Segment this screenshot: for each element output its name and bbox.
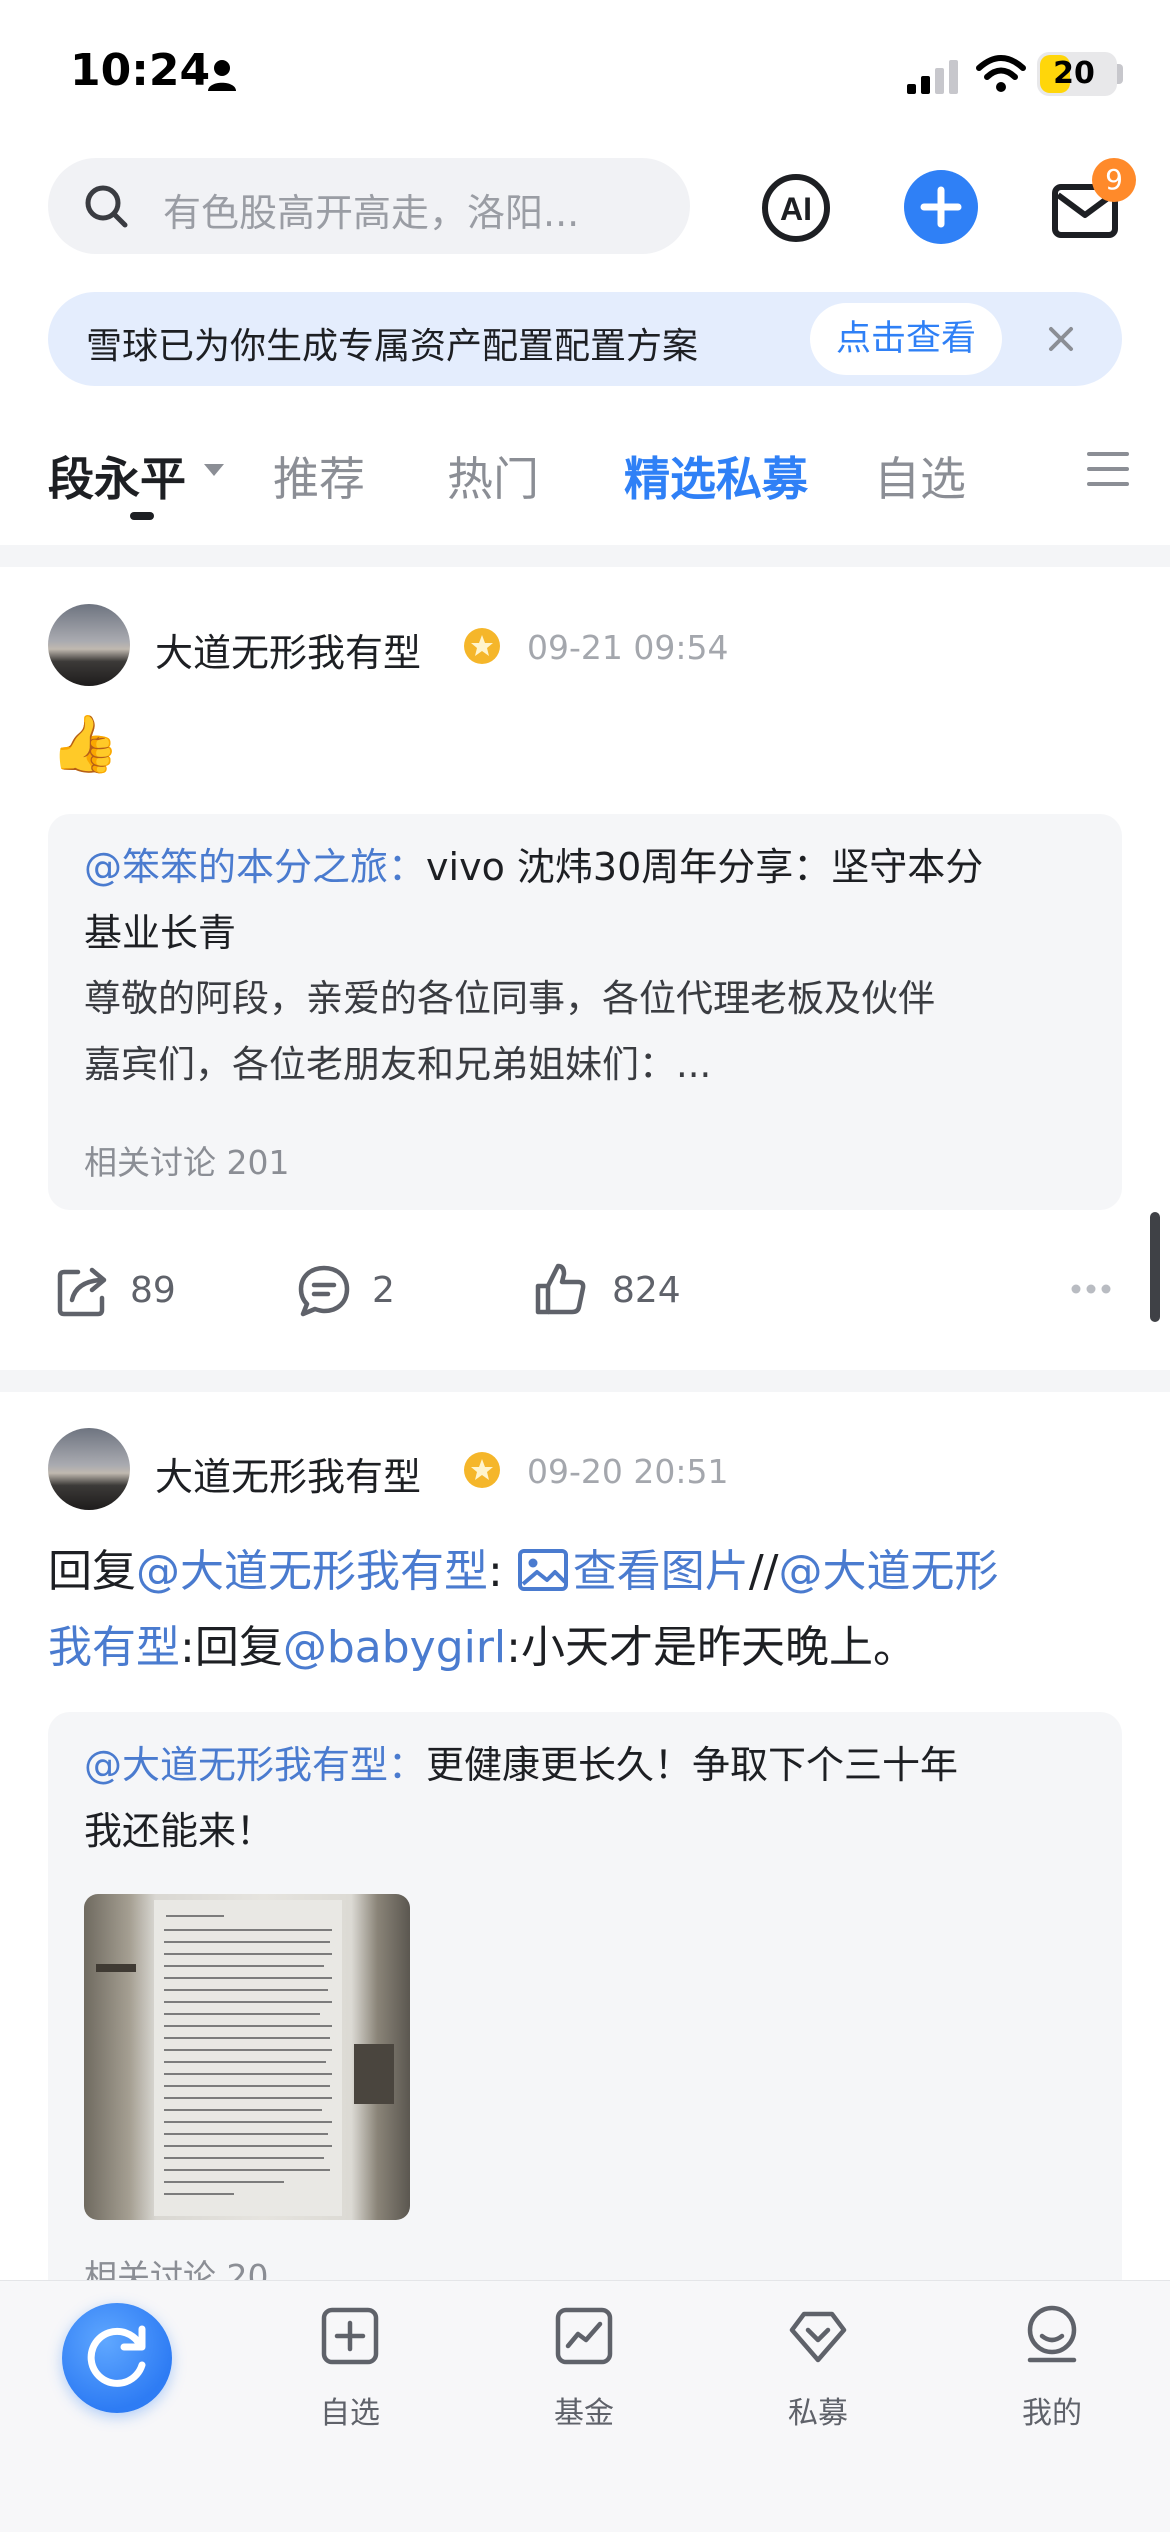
tab-underline bbox=[130, 512, 154, 520]
post-time: 09-20 20:51 bbox=[527, 1452, 729, 1491]
quote-desc-line-1: 尊敬的阿段，亲爱的各位同事，各位代理老板及伙伴 bbox=[84, 977, 935, 1020]
ai-label: AI bbox=[780, 191, 812, 227]
quote-desc-line-2: 嘉宾们，各位老朋友和兄弟姐妹们：... bbox=[84, 1043, 712, 1086]
refresh-button[interactable] bbox=[62, 2303, 172, 2413]
quote-title: vivo 沈炜30周年分享：坚守本分 bbox=[426, 845, 984, 889]
verified-badge-icon bbox=[464, 1452, 500, 1488]
avatar[interactable] bbox=[48, 1428, 130, 1510]
diamond-icon[interactable] bbox=[788, 2306, 848, 2366]
quoted-image-thumbnail[interactable] bbox=[84, 1894, 410, 2220]
asset-allocation-banner: 雪球已为你生成专属资产配置配置方案 点击查看 bbox=[48, 292, 1122, 386]
post-body-line-2: 我有型:回复@babygirl:小天才是昨天晚上。 bbox=[48, 1622, 917, 1673]
search-placeholder: 有色股高开高走，洛阳... bbox=[163, 191, 580, 235]
thumbs-up-emoji: 👍 bbox=[50, 712, 120, 777]
status-time: 10:24 bbox=[70, 45, 211, 96]
battery-level: 20 bbox=[1053, 56, 1095, 91]
banner-view-button[interactable]: 点击查看 bbox=[810, 303, 1002, 375]
share-count: 89 bbox=[130, 1270, 176, 1311]
post-time: 09-21 09:54 bbox=[527, 628, 729, 667]
plus-icon bbox=[920, 186, 962, 228]
tab-duan-yongping[interactable]: 段永平 bbox=[48, 443, 186, 509]
nav-label-watchlist[interactable]: 自选 bbox=[290, 2388, 410, 2432]
mention-link[interactable]: @大道无形 bbox=[778, 1546, 998, 1597]
battery-indicator: 20 bbox=[1037, 52, 1117, 96]
refresh-icon bbox=[87, 2325, 146, 2387]
author-name[interactable]: 大道无形我有型 bbox=[155, 622, 421, 677]
cellular-signal-icon bbox=[907, 60, 958, 94]
more-options-icon[interactable] bbox=[1070, 1282, 1112, 1296]
quote-line-2: 我还能来！ bbox=[84, 1809, 275, 1853]
avatar[interactable] bbox=[48, 604, 130, 686]
tab-private-funds[interactable]: 精选私募 bbox=[624, 443, 808, 509]
quote-line-1: @大道无形我有型：更健康更长久！争取下个三十年 bbox=[84, 1743, 959, 1787]
fund-chart-icon[interactable] bbox=[554, 2306, 614, 2366]
tab-recommend[interactable]: 推荐 bbox=[273, 443, 365, 509]
view-image-link[interactable]: 查看图片 bbox=[517, 1546, 749, 1597]
ai-assistant-button[interactable]: AI bbox=[760, 172, 832, 244]
verified-badge-icon bbox=[464, 628, 500, 664]
quoted-post-card[interactable]: @笨笨的本分之旅：vivo 沈炜30周年分享：坚守本分 基业长青 尊敬的阿段，亲… bbox=[48, 814, 1122, 1210]
related-discussions[interactable]: 相关讨论 201 bbox=[84, 1136, 289, 1184]
nav-label-me[interactable]: 我的 bbox=[992, 2388, 1112, 2432]
mention-link[interactable]: @babygirl bbox=[283, 1622, 506, 1673]
tab-hot[interactable]: 热门 bbox=[447, 443, 539, 509]
compose-button[interactable] bbox=[904, 170, 978, 244]
person-icon bbox=[208, 60, 236, 91]
scrollbar[interactable] bbox=[1150, 1212, 1160, 1322]
post-body-line-1: 回复@大道无形我有型: 查看图片//@大道无形 bbox=[48, 1546, 999, 1597]
watchlist-add-icon[interactable] bbox=[320, 2306, 380, 2366]
banner-text: 雪球已为你生成专属资产配置配置方案 bbox=[86, 326, 699, 367]
mention-link[interactable]: @大道无形我有型 bbox=[136, 1546, 488, 1597]
quoted-post-card[interactable]: @大道无形我有型：更健康更长久！争取下个三十年 我还能来！ 相关讨论 20 bbox=[48, 1712, 1122, 2312]
wifi-icon bbox=[976, 55, 1026, 92]
share-icon[interactable] bbox=[54, 1262, 112, 1320]
tab-watchlist[interactable]: 自选 bbox=[874, 443, 966, 509]
nav-label-private[interactable]: 私募 bbox=[758, 2388, 878, 2432]
image-icon bbox=[517, 1549, 568, 1591]
section-divider bbox=[0, 545, 1170, 567]
nav-label-funds[interactable]: 基金 bbox=[524, 2388, 644, 2432]
comment-count: 2 bbox=[372, 1270, 395, 1311]
chevron-down-icon[interactable] bbox=[202, 462, 226, 478]
like-icon[interactable] bbox=[532, 1260, 590, 1318]
close-icon[interactable] bbox=[1038, 316, 1084, 362]
section-divider bbox=[0, 1370, 1170, 1392]
quote-title-line-2: 基业长青 bbox=[84, 911, 237, 955]
like-count: 824 bbox=[612, 1270, 681, 1311]
battery-tip bbox=[1117, 64, 1123, 84]
quote-title-line-1: @笨笨的本分之旅：vivo 沈炜30周年分享：坚守本分 bbox=[84, 845, 984, 889]
mail-badge: 9 bbox=[1092, 158, 1136, 202]
document-photo bbox=[96, 1900, 394, 2216]
quote-mention[interactable]: @大道无形我有型 bbox=[84, 1743, 388, 1787]
menu-icon[interactable] bbox=[1087, 448, 1129, 490]
search-input[interactable]: 有色股高开高走，洛阳... bbox=[48, 158, 690, 254]
quote-mention[interactable]: @笨笨的本分之旅 bbox=[84, 845, 388, 889]
profile-icon[interactable] bbox=[1022, 2304, 1082, 2364]
comment-icon[interactable] bbox=[295, 1262, 353, 1320]
search-icon bbox=[85, 185, 128, 228]
mention-link[interactable]: 我有型 bbox=[48, 1622, 180, 1673]
author-name[interactable]: 大道无形我有型 bbox=[155, 1446, 421, 1501]
